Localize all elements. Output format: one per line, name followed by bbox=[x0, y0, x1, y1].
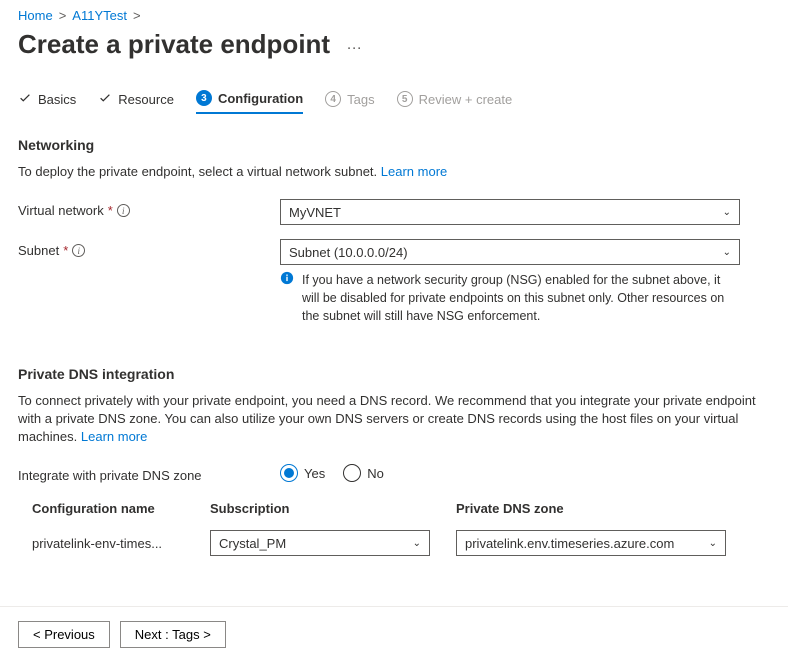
page-title: Create a private endpoint bbox=[18, 29, 330, 60]
next-button[interactable]: Next : Tags > bbox=[120, 621, 226, 648]
required-asterisk: * bbox=[108, 203, 113, 218]
col-private-dns-zone: Private DNS zone bbox=[456, 501, 746, 516]
subnet-label: Subnet * i bbox=[18, 239, 280, 258]
radio-no[interactable]: No bbox=[343, 464, 384, 482]
chevron-down-icon: ⌄ bbox=[723, 207, 731, 218]
breadcrumb-home[interactable]: Home bbox=[18, 8, 53, 23]
step-number-icon: 3 bbox=[196, 90, 212, 106]
subscription-select[interactable]: Crystal_PM ⌄ bbox=[210, 530, 430, 556]
tab-review-create[interactable]: 5 Review + create bbox=[397, 91, 513, 113]
dns-heading: Private DNS integration bbox=[18, 366, 770, 382]
private-dns-zone-select[interactable]: privatelink.env.timeseries.azure.com ⌄ bbox=[456, 530, 726, 556]
subnet-select[interactable]: Subnet (10.0.0.0/24) ⌄ bbox=[280, 239, 740, 265]
radio-yes[interactable]: Yes bbox=[280, 464, 325, 482]
wizard-footer: < Previous Next : Tags > bbox=[0, 606, 788, 662]
config-name-cell: privatelink-env-times... bbox=[32, 536, 210, 551]
chevron-down-icon: ⌄ bbox=[709, 538, 717, 549]
integrate-dns-label: Integrate with private DNS zone bbox=[18, 464, 280, 483]
tab-configuration[interactable]: 3 Configuration bbox=[196, 90, 303, 114]
networking-description: To deploy the private endpoint, select a… bbox=[18, 163, 770, 181]
subnet-nsg-note: If you have a network security group (NS… bbox=[280, 271, 740, 325]
step-number-icon: 4 bbox=[325, 91, 341, 107]
tab-resource[interactable]: Resource bbox=[98, 91, 174, 114]
virtual-network-label: Virtual network * i bbox=[18, 199, 280, 218]
chevron-down-icon: ⌄ bbox=[723, 247, 731, 258]
dns-config-table: Configuration name Subscription Private … bbox=[18, 501, 770, 562]
dns-description: To connect privately with your private e… bbox=[18, 392, 770, 447]
integrate-dns-radio-group: Yes No bbox=[280, 464, 770, 482]
chevron-right-icon: > bbox=[59, 8, 67, 23]
col-config-name: Configuration name bbox=[32, 501, 210, 516]
step-number-icon: 5 bbox=[397, 91, 413, 107]
tab-basics[interactable]: Basics bbox=[18, 91, 76, 114]
virtual-network-select[interactable]: MyVNET ⌄ bbox=[280, 199, 740, 225]
info-icon bbox=[280, 271, 294, 325]
previous-button[interactable]: < Previous bbox=[18, 621, 110, 648]
tab-tags[interactable]: 4 Tags bbox=[325, 91, 374, 113]
table-row: privatelink-env-times... Crystal_PM ⌄ pr… bbox=[32, 524, 770, 562]
radio-icon bbox=[343, 464, 361, 482]
chevron-right-icon: > bbox=[133, 8, 141, 23]
radio-icon bbox=[280, 464, 298, 482]
col-subscription: Subscription bbox=[210, 501, 456, 516]
info-icon[interactable]: i bbox=[72, 244, 85, 257]
checkmark-icon bbox=[18, 91, 32, 108]
wizard-tabs: Basics Resource 3 Configuration 4 Tags 5… bbox=[18, 90, 770, 115]
networking-heading: Networking bbox=[18, 137, 770, 153]
learn-more-link[interactable]: Learn more bbox=[381, 164, 447, 179]
breadcrumb: Home > A11YTest > bbox=[18, 8, 770, 23]
checkmark-icon bbox=[98, 91, 112, 108]
chevron-down-icon: ⌄ bbox=[413, 538, 421, 549]
breadcrumb-resource[interactable]: A11YTest bbox=[72, 8, 127, 23]
learn-more-link[interactable]: Learn more bbox=[81, 429, 147, 444]
info-icon[interactable]: i bbox=[117, 204, 130, 217]
more-button[interactable]: … bbox=[346, 36, 363, 54]
required-asterisk: * bbox=[63, 243, 68, 258]
